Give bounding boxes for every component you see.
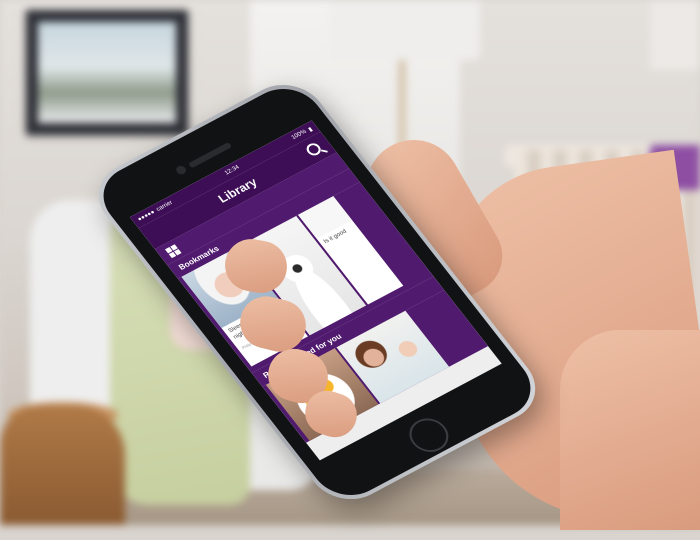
front-camera: [174, 164, 188, 176]
wooden-stump-table: [0, 405, 125, 525]
wall-picture-frame: [26, 10, 188, 135]
grid-menu-icon[interactable]: [164, 244, 182, 259]
wall-picture-art: [38, 22, 176, 123]
floor-lamp-shade: [330, 0, 480, 60]
shelf-item: [650, 0, 700, 70]
battery-icon: ▮: [307, 126, 314, 133]
search-icon[interactable]: [303, 141, 324, 158]
earpiece-speaker: [187, 141, 233, 169]
hand-wrist: [560, 330, 700, 530]
home-button[interactable]: [401, 412, 457, 459]
